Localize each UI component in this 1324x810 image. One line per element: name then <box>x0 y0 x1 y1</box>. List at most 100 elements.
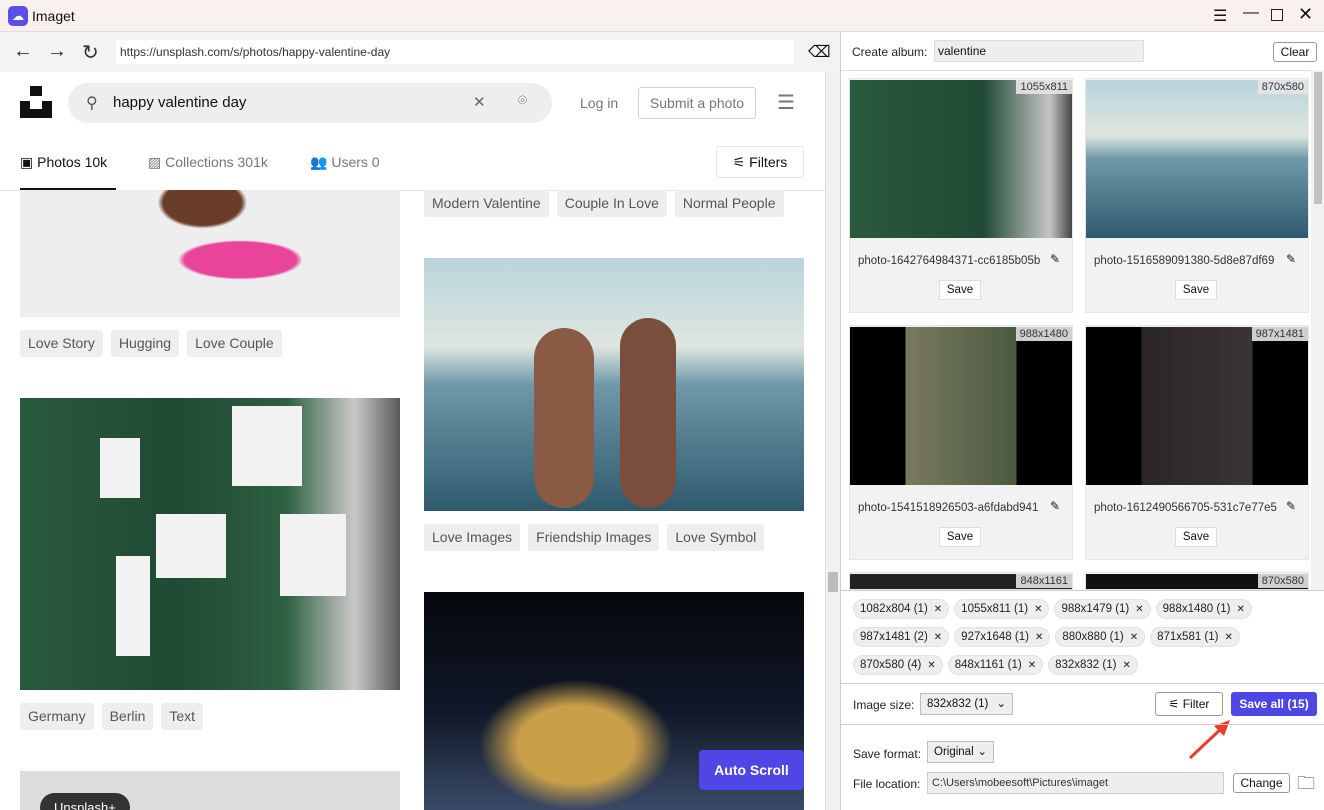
create-album-label: Create album: <box>852 45 928 59</box>
web-scrollbar[interactable] <box>825 72 840 810</box>
menu-icon[interactable]: ☰ <box>1213 6 1227 26</box>
photo-doll[interactable] <box>20 190 400 317</box>
file-location-label: File location: <box>853 777 921 791</box>
visual-search-icon[interactable]: ⌾ <box>518 92 527 109</box>
filter-button[interactable]: ⚟ Filter <box>1155 692 1223 716</box>
remove-chip-icon[interactable]: ✕ <box>1135 601 1143 619</box>
photo-love-hands[interactable] <box>424 258 804 511</box>
tag-list: Modern Valentine Couple In Love Normal Peo… <box>424 190 792 217</box>
remove-chip-icon[interactable]: ✕ <box>1034 601 1042 619</box>
tag[interactable]: Text <box>161 703 204 730</box>
tag[interactable]: Love Story <box>20 330 103 357</box>
remove-chip-icon[interactable]: ✕ <box>1035 629 1043 647</box>
tag[interactable]: Love Images <box>424 524 521 551</box>
size-chip: 848x1161 (1) ✕ <box>947 655 1044 675</box>
remove-chip-icon[interactable]: ✕ <box>934 629 942 647</box>
clear-search-icon[interactable]: ✕ <box>473 93 486 111</box>
tag[interactable]: Modern Valentine <box>424 190 549 217</box>
remove-chip-icon[interactable]: ✕ <box>1236 601 1244 619</box>
remove-chip-icon[interactable]: ✕ <box>1028 657 1036 675</box>
edit-pencil-icon[interactable]: ✎ <box>1050 499 1060 513</box>
tab-users[interactable]: 👥 Users 0 <box>310 154 380 171</box>
size-chip-label: 988x1479 (1) <box>1061 603 1130 615</box>
forward-button[interactable]: → <box>47 40 67 63</box>
tag[interactable]: Couple In Love <box>556 190 667 217</box>
size-chip-label: 1082x804 (1) <box>860 603 928 615</box>
auto-scroll-button[interactable]: Auto Scroll <box>699 750 804 790</box>
thumbnail <box>1086 80 1308 238</box>
image-card[interactable]: 870x580 photo-1516589091380-5d8e87df69 ✎… <box>1085 78 1309 313</box>
panel-scrollbar[interactable] <box>1311 70 1324 590</box>
filters-button[interactable]: ⚟ Filters <box>716 146 804 178</box>
remove-chip-icon[interactable]: ✕ <box>934 601 942 619</box>
size-chip: 988x1480 (1) ✕ <box>1155 599 1252 619</box>
unsplash-logo[interactable] <box>20 86 52 118</box>
save-button[interactable]: Save <box>939 280 981 300</box>
tag[interactable]: Germany <box>20 703 94 730</box>
thumbnail <box>1086 327 1308 485</box>
tag[interactable]: Love Couple <box>187 330 282 357</box>
unsplash-plus-badge[interactable]: Unsplash+ <box>40 793 130 810</box>
title-bar: ☁ Imaget ☰ — ✕ <box>0 0 1324 32</box>
file-name: photo-1612490566705-531c7e77e5 <box>1094 502 1277 514</box>
file-name: photo-1541518926503-a6fdabd941 <box>858 502 1039 514</box>
app-logo-icon: ☁ <box>8 6 28 26</box>
edit-pencil-icon[interactable]: ✎ <box>1286 252 1296 266</box>
tag[interactable]: Love Symbol <box>667 524 765 551</box>
save-button[interactable]: Save <box>1175 527 1217 547</box>
file-location-input[interactable]: C:\Users\mobeesoft\Pictures\imaget <box>927 772 1224 794</box>
tab-photos[interactable]: ▣ Photos 10k <box>20 154 107 171</box>
file-name: photo-1516589091380-5d8e87df69 <box>1094 255 1275 267</box>
submit-photo-button[interactable]: Submit a photo <box>638 87 756 119</box>
change-button[interactable]: Change <box>1233 773 1290 793</box>
album-name-input[interactable]: valentine <box>934 40 1144 62</box>
maximize-button[interactable] <box>1271 9 1283 21</box>
thumbnail <box>850 80 1072 238</box>
remove-chip-icon[interactable]: ✕ <box>1224 629 1232 647</box>
reload-button[interactable]: ↻ <box>82 40 99 65</box>
remove-chip-icon[interactable]: ✕ <box>1130 629 1138 647</box>
size-chip: 1082x804 (1) ✕ <box>853 599 950 619</box>
tab-collections[interactable]: ▨ Collections 301k <box>148 154 268 171</box>
size-chip: 987x1481 (2) ✕ <box>853 627 950 647</box>
tag[interactable]: Friendship Images <box>528 524 660 551</box>
red-arrow-annotation <box>1188 720 1230 760</box>
minimize-button[interactable]: — <box>1243 4 1259 22</box>
image-card[interactable]: 988x1480 photo-1541518926503-a6fdabd941 … <box>849 325 1073 560</box>
chevron-down-icon: ⌄ <box>996 698 1006 710</box>
photo-berlin-wall[interactable] <box>20 398 400 690</box>
tag[interactable]: Hugging <box>110 330 180 357</box>
tag[interactable]: Berlin <box>101 703 154 730</box>
login-link[interactable]: Log in <box>580 95 618 111</box>
size-chip-label: 880x880 (1) <box>1062 631 1124 643</box>
edit-pencil-icon[interactable]: ✎ <box>1050 252 1060 266</box>
thumbnail <box>850 327 1072 485</box>
size-chip: 870x580 (4) ✕ <box>853 655 943 675</box>
hamburger-icon[interactable]: ☰ <box>777 90 795 115</box>
folder-icon[interactable]: 🗀 <box>1297 771 1315 801</box>
tag[interactable]: Normal People <box>674 190 784 217</box>
cleaner-icon[interactable]: ⌫ <box>808 42 831 62</box>
size-chip: 988x1479 (1) ✕ <box>1054 599 1151 619</box>
size-chip: 871x581 (1) ✕ <box>1150 627 1240 647</box>
clear-button[interactable]: Clear <box>1273 42 1317 62</box>
save-button[interactable]: Save <box>1175 280 1217 300</box>
url-bar[interactable]: https://unsplash.com/s/photos/happy-vale… <box>116 40 794 64</box>
image-card[interactable]: 987x1481 photo-1612490566705-531c7e77e5 … <box>1085 325 1309 560</box>
save-format-select[interactable]: Original ⌄ <box>927 741 994 763</box>
close-button[interactable]: ✕ <box>1298 4 1313 25</box>
size-chip-label: 988x1480 (1) <box>1162 603 1231 615</box>
remove-chip-icon[interactable]: ✕ <box>1122 657 1130 675</box>
back-button[interactable]: ← <box>13 40 33 63</box>
image-card[interactable]: 870x580 <box>1085 572 1309 590</box>
remove-chip-icon[interactable]: ✕ <box>927 657 935 675</box>
image-card[interactable]: 1055x811 photo-1642764984371-cc6185b05b … <box>849 78 1073 313</box>
size-chip: 880x880 (1) ✕ <box>1055 627 1146 647</box>
save-all-button[interactable]: Save all (15) <box>1231 692 1317 716</box>
tag-list: Love Story Hugging Love Couple <box>20 330 290 357</box>
image-card[interactable]: 848x1161 <box>849 572 1073 590</box>
save-button[interactable]: Save <box>939 527 981 547</box>
image-size-select[interactable]: 832x832 (1) ⌄ <box>920 693 1013 715</box>
image-size-label: Image size: <box>853 698 915 712</box>
edit-pencil-icon[interactable]: ✎ <box>1286 499 1296 513</box>
